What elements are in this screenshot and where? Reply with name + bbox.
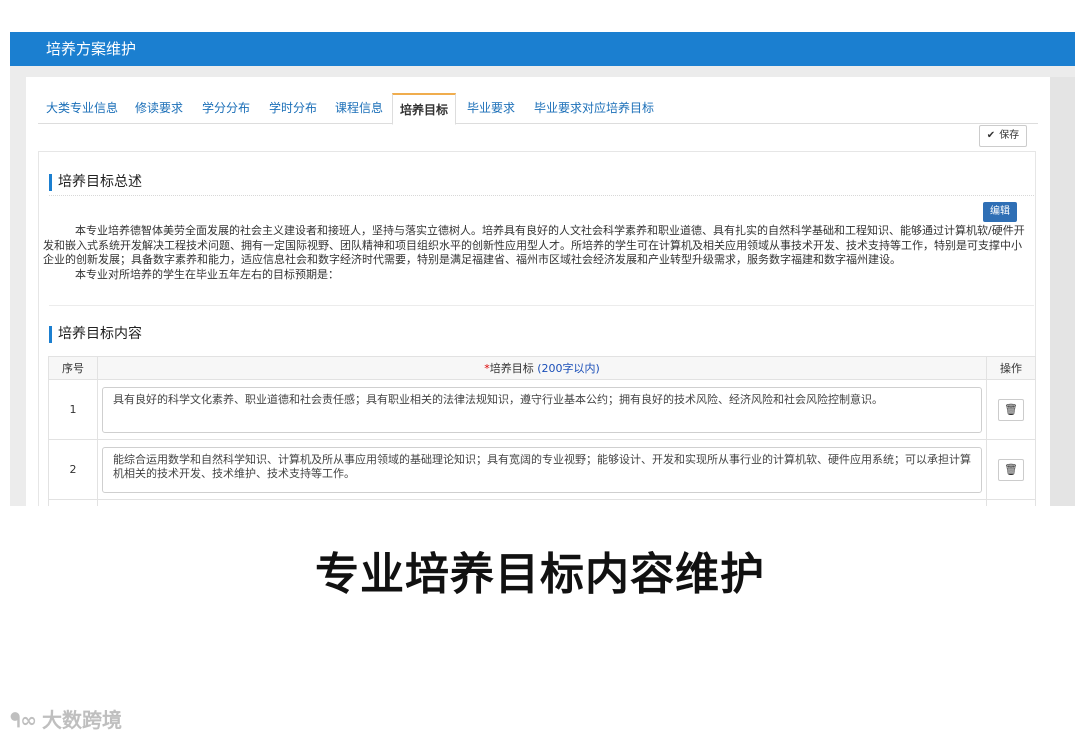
col-header-op: 操作: [986, 356, 1036, 380]
row-no: 2: [48, 439, 98, 500]
table-row: 2 能综合运用数学和自然科学知识、计算机及所从事应用领域的基础理论知识；具有宽阔…: [48, 439, 1036, 500]
goal-header-hint: (200字以内): [537, 362, 600, 375]
goals-section-title: 培养目标内容: [49, 326, 142, 343]
tab-credit-distribution[interactable]: 学分分布: [192, 93, 260, 123]
goal-textarea[interactable]: 具有良好的科学文化素养、职业道德和社会责任感；具有职业相关的法律法规知识，遵守行…: [102, 386, 982, 433]
goal-header-label: 培养目标: [489, 362, 534, 375]
page-header: 培养方案维护: [10, 32, 1075, 66]
goal-textarea[interactable]: 能综合运用数学和自然科学知识、计算机及所从事应用领域的基础理论知识；具有宽阔的专…: [102, 446, 982, 493]
delete-button[interactable]: 🗑: [998, 398, 1024, 421]
overview-text: 本专业培养德智体美劳全面发展的社会主义建设者和接班人，坚持与落实立德树人。培养具…: [43, 224, 1027, 282]
tab-training-goals[interactable]: 培养目标: [392, 93, 456, 125]
save-button[interactable]: ✔ 保存: [979, 125, 1027, 147]
row-no: 1: [48, 379, 98, 440]
tab-study-requirements[interactable]: 修读要求: [126, 93, 192, 123]
edit-button[interactable]: 编辑: [983, 202, 1017, 222]
col-header-goal: *培养目标 (200字以内): [97, 356, 987, 380]
delete-button[interactable]: 🗑: [998, 458, 1024, 481]
goals-table: 序号 *培养目标 (200字以内) 操作 1 具有良好的科学文化素养、职业道德和…: [48, 356, 1036, 506]
table-header-row: 序号 *培养目标 (200字以内) 操作: [48, 356, 1036, 380]
goals-content: 培养目标总述 编辑 本专业培养德智体美劳全面发展的社会主义建设者和接班人，坚持与…: [38, 151, 1036, 506]
goal-cell: 能综合运用数学和自然科学知识、计算机及所从事应用领域的基础理论知识；具有宽阔的专…: [97, 439, 987, 500]
tab-graduation-requirements[interactable]: 毕业要求: [458, 93, 524, 123]
divider: [49, 195, 1034, 196]
table-row: [48, 499, 1036, 506]
app-screenshot: 培养方案维护 大类专业信息 修读要求 学分分布 学时分布 课程信息 培养目标 毕…: [10, 32, 1075, 506]
row-no: [48, 499, 98, 506]
tab-bar: 大类专业信息 修读要求 学分分布 学时分布 课程信息 培养目标 毕业要求 毕业要…: [38, 93, 1038, 125]
op-cell: 🗑: [986, 439, 1036, 500]
watermark-logo-icon: ᖳ∞: [10, 708, 37, 732]
watermark: ᖳ∞ 大数跨境: [10, 704, 122, 733]
caption: 专业培养目标内容维护: [315, 549, 765, 600]
save-button-label: 保存: [999, 130, 1020, 141]
overview-paragraph: 本专业培养德智体美劳全面发展的社会主义建设者和接班人，坚持与落实立德树人。培养具…: [43, 224, 1025, 266]
goal-cell: 具有良好的科学文化素养、职业道德和社会责任感；具有职业相关的法律法规知识，遵守行…: [97, 379, 987, 440]
overview-section-title: 培养目标总述: [49, 174, 142, 191]
table-row: 1 具有良好的科学文化素养、职业道德和社会责任感；具有职业相关的法律法规知识，遵…: [48, 379, 1036, 440]
tab-course-info[interactable]: 课程信息: [326, 93, 392, 123]
tab-hour-distribution[interactable]: 学时分布: [260, 93, 326, 123]
tab-major-info[interactable]: 大类专业信息: [38, 93, 126, 123]
trash-icon: 🗑: [1004, 462, 1018, 476]
watermark-text: 大数跨境: [42, 708, 122, 732]
save-check-icon: ✔: [986, 130, 996, 141]
page-title: 培养方案维护: [46, 40, 137, 58]
overview-paragraph: 本专业对所培养的学生在毕业五年左右的目标预期是：: [75, 267, 339, 281]
tab-requirements-to-goals[interactable]: 毕业要求对应培养目标: [524, 93, 664, 123]
scrollbar[interactable]: [1050, 77, 1075, 506]
op-cell: 🗑: [986, 379, 1036, 440]
trash-icon: 🗑: [1004, 402, 1018, 416]
main-panel: 大类专业信息 修读要求 学分分布 学时分布 课程信息 培养目标 毕业要求 毕业要…: [26, 77, 1060, 506]
col-header-no: 序号: [48, 356, 98, 380]
divider: [49, 305, 1034, 306]
goal-cell: [97, 499, 987, 506]
op-cell: [986, 499, 1036, 506]
